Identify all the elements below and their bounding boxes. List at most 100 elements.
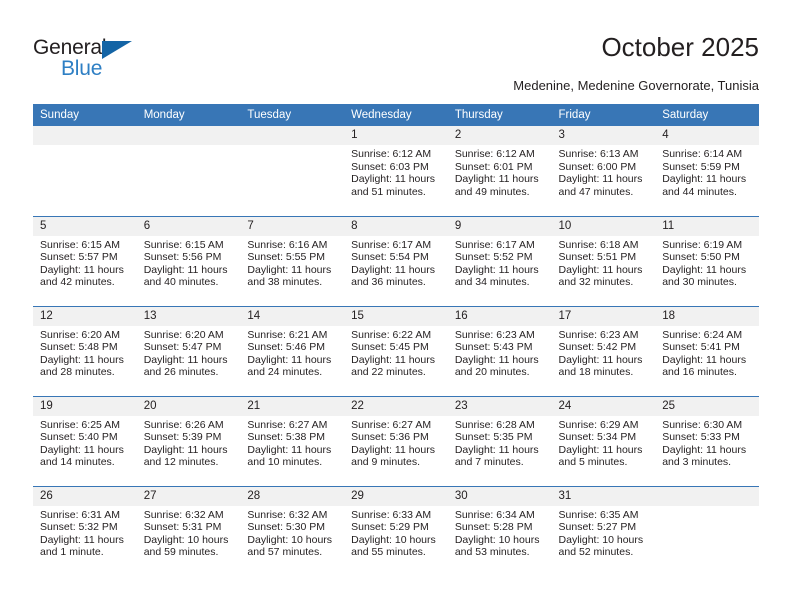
day-number: 30 [447,486,552,506]
general-blue-logo[interactable]: General Blue [33,36,163,84]
sunset-time: Sunset: 5:39 PM [143,431,222,444]
day-cell-inner: 22 Sunrise: 6:27 AM Sunset: 5:36 PM Dayligh… [344,396,448,486]
daylight-duration-line1: Daylight: 11 hours [40,263,124,276]
calendar-day-cell[interactable]: 29 Sunrise: 6:33 AM Sunset: 5:29 PM Dayligh… [344,485,448,576]
day-details: Sunrise: 6:23 AM Sunset: 5:42 PM Daylight:… [552,326,656,379]
day-details: Sunrise: 6:30 AM Sunset: 5:33 PM Daylight:… [655,416,759,469]
calendar-day-cell[interactable]: 13 Sunrise: 6:20 AM Sunset: 5:47 PM Dayligh… [136,305,241,396]
day-cell-inner: 28 Sunrise: 6:32 AM Sunset: 5:30 PM Dayligh… [240,486,345,577]
calendar-day-cell[interactable]: 14 Sunrise: 6:21 AM Sunset: 5:46 PM Dayligh… [240,305,345,396]
daylight-duration-line1: Daylight: 11 hours [40,353,124,366]
sunrise-time: Sunrise: 6:35 AM [558,508,639,521]
sunset-time: Sunset: 5:50 PM [662,251,740,264]
daylight-duration-line1: Daylight: 10 hours [143,533,229,546]
day-number [240,126,345,145]
day-number: 4 [655,126,759,145]
daylight-duration-line2: and 12 minutes. [143,456,219,469]
calendar-day-cell[interactable]: 30 Sunrise: 6:34 AM Sunset: 5:28 PM Dayligh… [447,485,552,576]
daylight-duration-line1: Daylight: 11 hours [40,533,124,546]
daylight-duration-line2: and 52 minutes. [558,546,634,559]
daylight-duration-line1: Daylight: 11 hours [247,443,332,456]
daylight-duration-line2: and 53 minutes. [454,546,530,559]
calendar-day-cell[interactable]: 24 Sunrise: 6:29 AM Sunset: 5:34 PM Dayligh… [551,395,656,486]
sunrise-time: Sunrise: 6:15 AM [143,238,224,251]
calendar-day-cell[interactable]: 21 Sunrise: 6:27 AM Sunset: 5:38 PM Dayligh… [240,395,345,486]
calendar-day-cell[interactable]: 7 Sunrise: 6:16 AM Sunset: 5:55 PM Daylight… [240,215,345,306]
daylight-duration-line2: and 7 minutes. [454,456,524,469]
sunset-time: Sunset: 6:01 PM [454,160,533,173]
sunrise-time: Sunrise: 6:27 AM [247,418,328,431]
daylight-duration-line1: Daylight: 11 hours [454,263,539,276]
daylight-duration-line2: and 26 minutes. [143,366,219,379]
calendar-day-cell[interactable]: 19 Sunrise: 6:25 AM Sunset: 5:40 PM Dayligh… [33,395,137,486]
calendar-day-cell[interactable]: 4 Sunrise: 6:14 AM Sunset: 5:59 PM Daylight… [655,126,759,216]
calendar-header-row: Sunday Monday Tuesday Wednesday Thursday… [33,104,759,126]
calendar-day-cell[interactable]: 16 Sunrise: 6:23 AM Sunset: 5:43 PM Dayligh… [447,305,552,396]
sunset-time: Sunset: 5:41 PM [662,341,740,354]
calendar-day-cell[interactable]: 26 Sunrise: 6:31 AM Sunset: 5:32 PM Dayligh… [33,485,137,577]
sunrise-time: Sunrise: 6:32 AM [143,508,224,521]
page-subtitle: Medenine, Medenine Governorate, Tunisia [513,78,759,93]
logo-text-blue: Blue [61,57,103,80]
sunset-time: Sunset: 5:51 PM [558,251,637,264]
calendar-week-row: 12 Sunrise: 6:20 AM Sunset: 5:48 PM Dayligh… [33,305,759,396]
calendar-day-cell[interactable]: 12 Sunrise: 6:20 AM Sunset: 5:48 PM Dayligh… [33,305,137,396]
weekday-header-friday: Friday [551,104,656,126]
day-details: Sunrise: 6:25 AM Sunset: 5:40 PM Daylight:… [33,416,137,469]
calendar-day-cell[interactable]: 5 Sunrise: 6:15 AM Sunset: 5:57 PM Daylight… [33,215,137,306]
calendar-day-cell[interactable]: 15 Sunrise: 6:22 AM Sunset: 5:45 PM Dayligh… [344,305,448,396]
sunset-time: Sunset: 5:42 PM [558,341,637,354]
day-details: Sunrise: 6:32 AM Sunset: 5:31 PM Daylight:… [137,506,241,559]
sunrise-time: Sunrise: 6:15 AM [40,238,120,251]
daylight-duration-line1: Daylight: 11 hours [143,443,228,456]
calendar-day-cell[interactable]: 18 Sunrise: 6:24 AM Sunset: 5:41 PM Dayligh… [655,305,759,396]
day-details: Sunrise: 6:34 AM Sunset: 5:28 PM Daylight:… [448,506,552,559]
calendar-day-cell[interactable]: 10 Sunrise: 6:18 AM Sunset: 5:51 PM Dayligh… [551,215,656,306]
calendar-day-cell[interactable]: 27 Sunrise: 6:32 AM Sunset: 5:31 PM Dayligh… [136,485,241,576]
calendar-day-cell[interactable]: 22 Sunrise: 6:27 AM Sunset: 5:36 PM Dayligh… [344,395,448,486]
day-number: 27 [136,486,241,506]
day-number: 15 [344,306,448,326]
sunset-time: Sunset: 5:38 PM [247,431,326,444]
weekday-header-saturday: Saturday [655,104,759,126]
calendar-week-row: 1 Sunrise: 6:12 AM Sunset: 6:03 PM Daylight… [33,126,759,216]
calendar-day-cell[interactable]: 11 Sunrise: 6:19 AM Sunset: 5:50 PM Dayligh… [655,215,759,306]
day-cell-inner: 4 Sunrise: 6:14 AM Sunset: 5:59 PM Daylight… [655,126,759,216]
calendar-day-cell[interactable]: 9 Sunrise: 6:17 AM Sunset: 5:52 PM Daylight… [447,215,552,306]
calendar-day-cell-empty [655,485,759,576]
day-details: Sunrise: 6:27 AM Sunset: 5:36 PM Daylight:… [344,416,448,469]
day-cell-inner: 20 Sunrise: 6:26 AM Sunset: 5:39 PM Dayligh… [136,396,241,486]
day-cell-inner: 11 Sunrise: 6:19 AM Sunset: 5:50 PM Dayligh… [655,216,759,306]
calendar-day-cell[interactable]: 25 Sunrise: 6:30 AM Sunset: 5:33 PM Dayligh… [655,395,759,486]
sunrise-time: Sunrise: 6:33 AM [351,508,432,521]
day-cell-inner: 25 Sunrise: 6:30 AM Sunset: 5:33 PM Dayligh… [655,396,759,486]
calendar-day-cell[interactable]: 1 Sunrise: 6:12 AM Sunset: 6:03 PM Daylight… [344,126,448,216]
calendar-day-cell[interactable]: 28 Sunrise: 6:32 AM Sunset: 5:30 PM Dayligh… [240,485,345,577]
triangle-icon [102,41,132,59]
day-details: Sunrise: 6:14 AM Sunset: 5:59 PM Daylight:… [655,145,759,198]
calendar-day-cell[interactable]: 17 Sunrise: 6:23 AM Sunset: 5:42 PM Dayligh… [551,305,656,396]
calendar-body: 1 Sunrise: 6:12 AM Sunset: 6:03 PM Daylight… [33,126,759,576]
day-number: 8 [344,216,448,236]
weekday-header-sunday: Sunday [33,104,137,126]
day-cell-inner: 26 Sunrise: 6:31 AM Sunset: 5:32 PM Dayligh… [33,486,137,577]
calendar-day-cell[interactable]: 20 Sunrise: 6:26 AM Sunset: 5:39 PM Dayligh… [136,395,241,486]
day-cell-inner [33,126,137,216]
daylight-duration-line2: and 32 minutes. [558,276,634,289]
day-number: 12 [33,306,137,326]
sunrise-time: Sunrise: 6:20 AM [143,328,224,341]
daylight-duration-line1: Daylight: 11 hours [662,353,747,366]
day-cell-inner: 19 Sunrise: 6:25 AM Sunset: 5:40 PM Dayligh… [33,396,137,486]
calendar-day-cell[interactable]: 23 Sunrise: 6:28 AM Sunset: 5:35 PM Dayligh… [447,395,552,486]
sunset-time: Sunset: 5:48 PM [40,341,118,354]
sunrise-time: Sunrise: 6:17 AM [454,238,535,251]
calendar-day-cell[interactable]: 6 Sunrise: 6:15 AM Sunset: 5:56 PM Daylight… [136,215,241,306]
sunrise-time: Sunrise: 6:26 AM [143,418,224,431]
calendar-day-cell[interactable]: 31 Sunrise: 6:35 AM Sunset: 5:27 PM Dayligh… [551,485,656,576]
calendar-day-cell[interactable]: 2 Sunrise: 6:12 AM Sunset: 6:01 PM Daylight… [447,126,552,216]
day-cell-inner: 13 Sunrise: 6:20 AM Sunset: 5:47 PM Dayligh… [136,306,241,396]
sunset-time: Sunset: 5:57 PM [40,251,118,264]
sunrise-time: Sunrise: 6:17 AM [351,238,432,251]
calendar-day-cell[interactable]: 3 Sunrise: 6:13 AM Sunset: 6:00 PM Daylight… [551,126,656,216]
calendar-day-cell[interactable]: 8 Sunrise: 6:17 AM Sunset: 5:54 PM Daylight… [344,215,448,306]
